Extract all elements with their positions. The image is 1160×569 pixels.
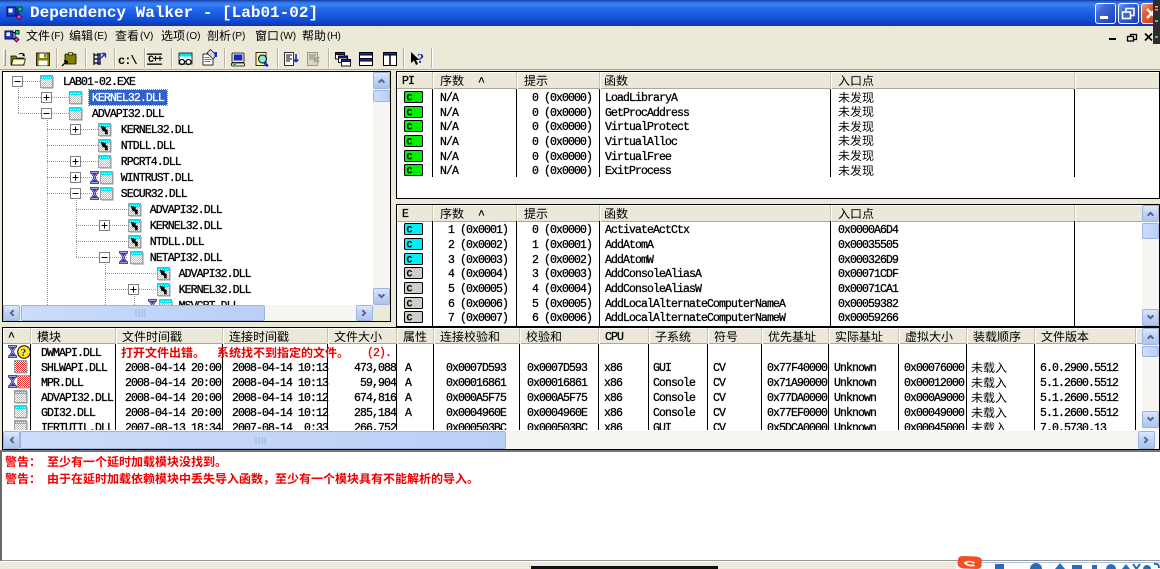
svg-text:C: C	[407, 167, 413, 178]
svg-text:C: C	[407, 241, 413, 252]
svg-text:C: C	[407, 108, 413, 119]
svg-text:C: C	[407, 314, 413, 325]
svg-text:c:\: c:\	[118, 54, 137, 68]
svg-text:C: C	[407, 94, 413, 105]
svg-text:C: C	[407, 270, 413, 281]
svg-text:?: ?	[417, 52, 424, 67]
svg-text:C: C	[407, 137, 413, 148]
svg-text:C: C	[407, 299, 413, 310]
svg-text:C: C	[407, 152, 413, 163]
svg-text:C: C	[407, 226, 413, 237]
svg-text:C: C	[407, 255, 413, 266]
svg-text:C++: C++	[148, 55, 163, 66]
svg-text:?: ?	[21, 347, 27, 359]
svg-text:C: C	[407, 285, 413, 296]
svg-text:C: C	[407, 123, 413, 134]
